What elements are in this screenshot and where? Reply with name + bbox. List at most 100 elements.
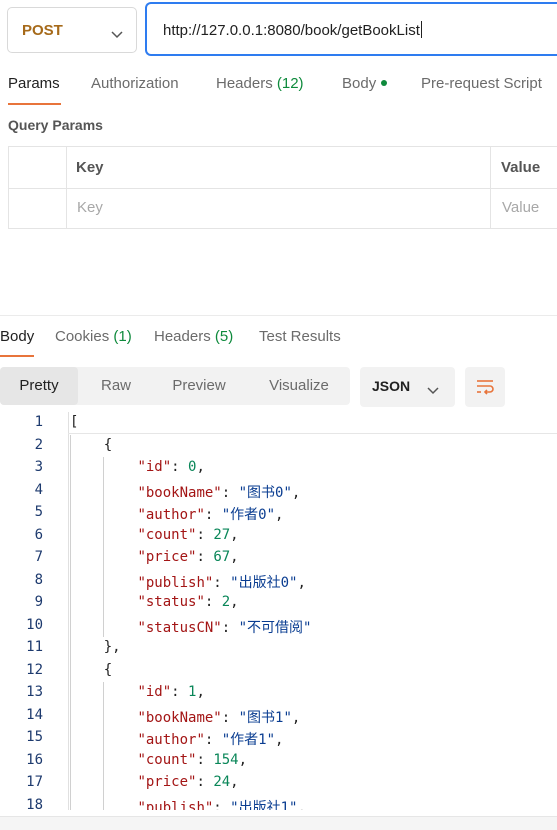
method-label: POST xyxy=(22,22,63,39)
line-number: 7 xyxy=(34,549,43,565)
tab-pre-request-script[interactable]: Pre-request Script xyxy=(421,75,542,92)
code-text: }, xyxy=(70,639,121,655)
line-number: 5 xyxy=(34,504,43,520)
line-number: 4 xyxy=(34,481,43,498)
view-pretty-button[interactable]: Pretty xyxy=(0,367,78,405)
code-text: { xyxy=(70,436,113,453)
response-tab-headers[interactable]: Headers (5) xyxy=(154,328,233,345)
tab-authorization[interactable]: Authorization xyxy=(91,75,179,92)
code-line: 12 { xyxy=(0,660,557,682)
chevron-down-icon xyxy=(111,26,123,44)
view-raw-button[interactable]: Raw xyxy=(86,367,146,405)
response-headers-label: Headers xyxy=(154,328,211,345)
body-indicator-dot xyxy=(381,80,388,86)
code-line: 7 "price": 67, xyxy=(0,547,557,569)
view-mode-group: Pretty Raw Preview Visualize xyxy=(0,367,350,405)
format-select[interactable]: JSON xyxy=(360,367,455,407)
indent-guide xyxy=(103,457,104,637)
line-number: 1 xyxy=(34,414,43,430)
query-params-table: Key Value Key Value xyxy=(8,146,557,229)
indent-guide xyxy=(103,682,104,810)
response-body-editor[interactable]: 1[2 {3 "id": 0, 4 "bookName": "图书0", 5 "au… xyxy=(0,412,557,810)
response-headers-count: (5) xyxy=(214,328,234,345)
url-text: http://127.0.0.1:8080/book/getBookList xyxy=(163,21,422,39)
code-line: 14 "bookName": "图书1", xyxy=(0,705,557,727)
code-line: 13 "id": 1, xyxy=(0,682,557,704)
chevron-down-icon xyxy=(427,382,439,400)
code-text: "id": 0, xyxy=(137,459,205,475)
code-line: 5 "author": "作者0", xyxy=(0,502,557,524)
code-line: 8 "publish": "出版社0", xyxy=(0,570,557,592)
line-number: 9 xyxy=(34,594,43,610)
active-tab-underline xyxy=(8,103,61,105)
table-column-divider xyxy=(490,147,491,229)
tab-body[interactable]: Body xyxy=(342,75,388,92)
code-line: 1[ xyxy=(0,412,557,434)
response-tab-body[interactable]: Body xyxy=(0,328,34,345)
line-number: 11 xyxy=(26,639,43,655)
response-active-underline xyxy=(0,355,34,357)
code-text: "publish": "出版社0", xyxy=(137,574,306,591)
line-number: 6 xyxy=(34,526,43,543)
table-divider xyxy=(9,188,557,189)
code-line: 17 "price": 24, xyxy=(0,772,557,794)
code-line: 16 "count": 154, xyxy=(0,750,557,772)
line-number: 18 xyxy=(26,796,43,811)
line-number: 13 xyxy=(26,684,43,700)
param-value-input[interactable]: Value xyxy=(502,199,539,216)
code-text: "count": 27, xyxy=(137,526,239,543)
indent-guide xyxy=(70,434,71,810)
table-column-divider xyxy=(66,147,67,229)
column-header-key: Key xyxy=(76,159,104,176)
line-number: 3 xyxy=(34,459,43,475)
line-number: 10 xyxy=(26,616,43,633)
code-line: 2 { xyxy=(0,435,557,457)
code-line: 6 "count": 27, xyxy=(0,525,557,547)
code-line: 15 "author": "作者1", xyxy=(0,727,557,749)
code-text: "publish": "出版社1", xyxy=(137,799,306,811)
line-number: 8 xyxy=(34,571,43,588)
headers-count: (12) xyxy=(276,75,304,92)
wrap-lines-button[interactable] xyxy=(465,367,505,407)
code-line: 9 "status": 2, xyxy=(0,592,557,614)
code-text: "price": 24, xyxy=(137,774,239,790)
code-line: 10 "statusCN": "不可借阅" xyxy=(0,615,557,637)
param-key-input[interactable]: Key xyxy=(77,199,103,216)
line-number: 2 xyxy=(34,436,43,453)
cookies-count: (1) xyxy=(113,328,132,345)
cookies-label: Cookies xyxy=(55,328,110,345)
line-number: 15 xyxy=(26,729,43,745)
code-line: 11 }, xyxy=(0,637,557,659)
query-params-title: Query Params xyxy=(8,117,103,133)
format-label: JSON xyxy=(372,378,411,394)
response-tab-test-results[interactable]: Test Results xyxy=(259,328,341,345)
tab-params[interactable]: Params xyxy=(8,75,60,92)
tab-body-label: Body xyxy=(342,75,377,92)
code-text: "bookName": "图书1", xyxy=(137,709,301,726)
code-text: "statusCN": "不可借阅" xyxy=(137,619,312,636)
code-line: 18 "publish": "出版社1", xyxy=(0,795,557,811)
url-input[interactable]: http://127.0.0.1:8080/book/getBookList xyxy=(145,2,557,56)
view-preview-button[interactable]: Preview xyxy=(160,367,238,405)
code-line: 4 "bookName": "图书0", xyxy=(0,480,557,502)
code-text: { xyxy=(70,661,113,678)
line-number: 17 xyxy=(26,774,43,790)
code-text: "id": 1, xyxy=(137,684,205,700)
pane-splitter[interactable] xyxy=(0,315,557,316)
code-text: "bookName": "图书0", xyxy=(137,484,301,501)
code-text: [ xyxy=(70,414,79,430)
code-text: "status": 2, xyxy=(137,594,239,610)
line-number: 16 xyxy=(26,751,43,768)
column-header-value: Value xyxy=(501,159,541,176)
response-tab-cookies[interactable]: Cookies (1) xyxy=(55,328,132,345)
request-tabs: Params Authorization Headers (12) Body P… xyxy=(0,70,557,104)
method-select[interactable]: POST xyxy=(7,7,137,53)
view-visualize-button[interactable]: Visualize xyxy=(255,367,343,405)
line-number: 14 xyxy=(26,706,43,723)
tab-headers-label: Headers xyxy=(216,75,273,92)
line-number: 12 xyxy=(26,661,43,678)
code-text: "price": 67, xyxy=(137,549,239,565)
code-line: 3 "id": 0, xyxy=(0,457,557,479)
status-bar xyxy=(0,816,557,830)
tab-headers[interactable]: Headers (12) xyxy=(216,75,304,92)
